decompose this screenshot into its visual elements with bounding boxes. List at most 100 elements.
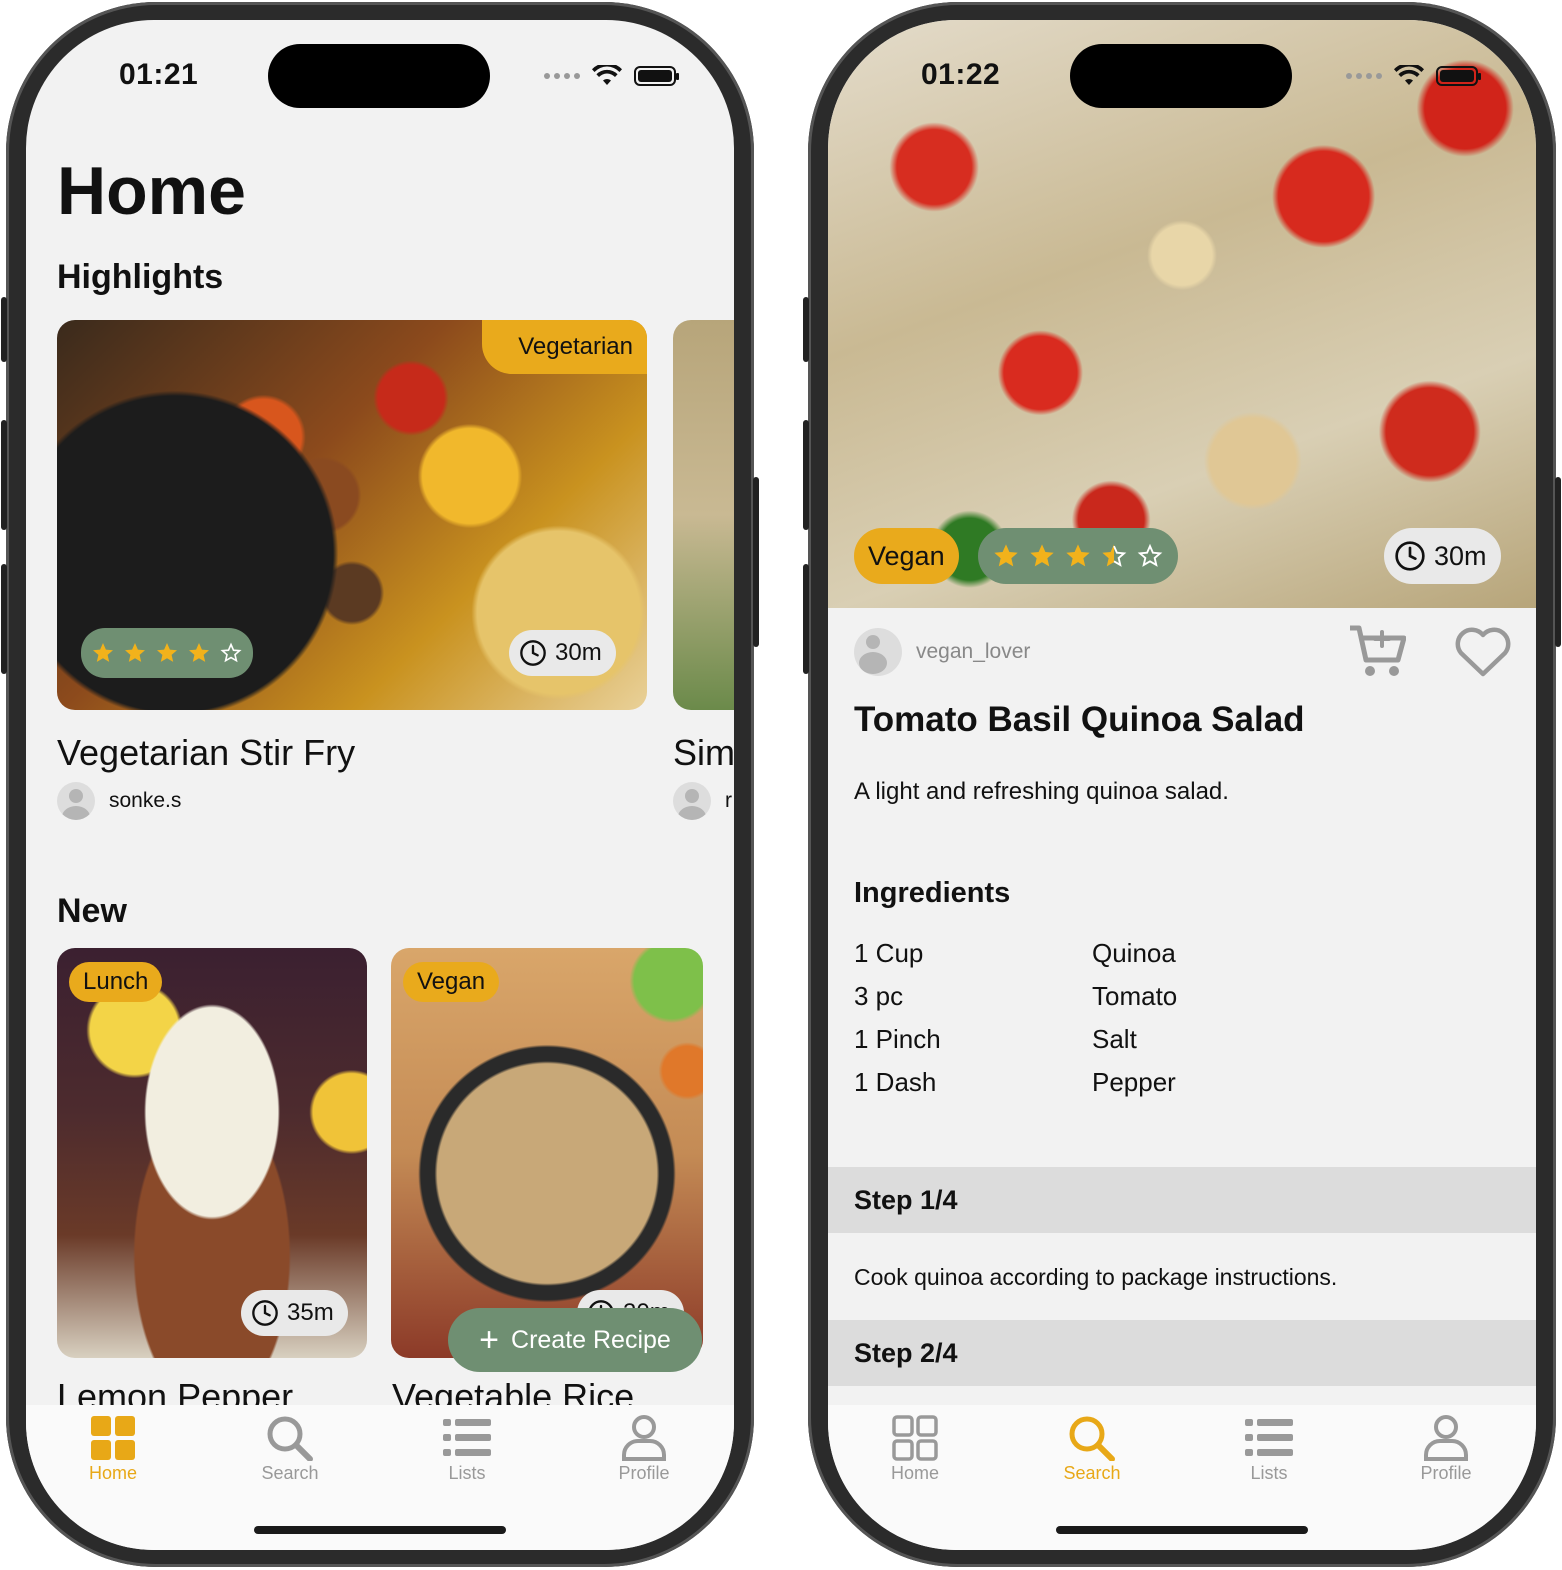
ingredient-row: 3 pc Tomato [854, 981, 1177, 1012]
recipe-author[interactable]: vegan_lover [854, 628, 1030, 676]
recipe-hero-image: Vegan 30m [828, 20, 1536, 608]
search-icon [1069, 1416, 1115, 1461]
avatar [673, 782, 711, 820]
tab-label: Lists [1250, 1463, 1288, 1483]
tab-label: Profile [618, 1463, 670, 1483]
tab-home[interactable]: Home [865, 1415, 965, 1484]
peek-card-author: r [673, 782, 732, 820]
author-name: vegan_lover [916, 640, 1031, 663]
highlight-card-title[interactable]: Vegetarian Stir Fry [57, 732, 355, 774]
author-name: r [725, 789, 732, 812]
dynamic-island [1070, 44, 1292, 108]
action-button [803, 297, 809, 362]
wifi-icon [592, 65, 622, 85]
tab-profile[interactable]: Profile [594, 1415, 694, 1484]
volume-up-button [803, 420, 809, 530]
time-chip: 35m [241, 1290, 348, 1336]
tab-search[interactable]: Search [1042, 1415, 1142, 1484]
tab-search[interactable]: Search [240, 1415, 340, 1484]
person-icon [1424, 1415, 1468, 1461]
signal-icon [1346, 73, 1382, 79]
home-screen: 01:21 Home Highlights Vegetarian 30m Veg… [26, 20, 734, 1550]
ingredient-name: Tomato [1092, 981, 1178, 1011]
tab-bar: Home Search Lists Profile [26, 1405, 734, 1550]
rating-chip [978, 528, 1178, 584]
ingredient-name: Pepper [1092, 1067, 1176, 1097]
add-to-cart-icon[interactable] [1348, 624, 1406, 678]
category-badge: Vegetarian [482, 320, 647, 374]
grid-icon [91, 1416, 135, 1460]
favorite-heart-icon[interactable] [1454, 626, 1512, 678]
recipe-title: Tomato Basil Quinoa Salad [854, 700, 1305, 739]
avatar [57, 782, 95, 820]
tab-lists[interactable]: Lists [1219, 1415, 1319, 1484]
dynamic-island [268, 44, 490, 108]
star-icon [155, 641, 179, 665]
star-outline-icon [219, 641, 243, 665]
home-indicator [254, 1526, 506, 1534]
home-indicator [1056, 1526, 1308, 1534]
step-header: Step 2/4 [828, 1320, 1536, 1386]
rating-chip [81, 628, 253, 678]
star-half-icon [1100, 542, 1128, 570]
tab-label: Lists [448, 1463, 486, 1483]
category-badge: Vegan [403, 962, 500, 1002]
ingredient-row: 1 Dash Pepper [854, 1067, 1176, 1098]
tab-label: Search [261, 1463, 319, 1483]
search-icon [267, 1416, 313, 1461]
volume-down-button [1, 564, 7, 674]
clock-icon [251, 1299, 279, 1327]
ingredient-amount: 1 Dash [854, 1067, 937, 1097]
create-recipe-button[interactable]: + Create Recipe [448, 1308, 702, 1372]
recipe-detail-screen: Vegan 30m 01:22 vegan_lover Tomato Basil… [828, 20, 1536, 1550]
peek-card-image[interactable] [673, 320, 734, 710]
time-label: 35m [287, 1299, 334, 1326]
highlights-heading: Highlights [57, 258, 224, 296]
time-label: 30m [555, 639, 602, 666]
ingredient-amount: 1 Pinch [854, 1024, 941, 1054]
star-outline-icon [1136, 542, 1164, 570]
peek-card-title[interactable]: Sim [673, 732, 734, 774]
highlight-card-image[interactable]: Vegetarian 30m [57, 320, 647, 710]
star-icon [992, 542, 1020, 570]
wifi-icon [1394, 65, 1424, 85]
clock-icon [1394, 540, 1426, 572]
step-text: Cook quinoa according to package instruc… [854, 1264, 1338, 1290]
list-icon [1245, 1419, 1293, 1456]
category-badge: Lunch [69, 962, 163, 1002]
star-icon [1028, 542, 1056, 570]
list-icon [443, 1419, 491, 1456]
avatar [854, 628, 902, 676]
status-time: 01:22 [921, 58, 1001, 91]
ingredient-row: 1 Cup Quinoa [854, 938, 1176, 969]
power-button [753, 477, 759, 647]
status-icons [544, 65, 679, 87]
time-label: 30m [1434, 540, 1487, 571]
ingredient-amount: 3 pc [854, 981, 904, 1011]
grid-icon [892, 1415, 938, 1461]
status-time: 01:21 [119, 58, 199, 91]
tab-bar: Home Search Lists Profile [828, 1405, 1536, 1550]
clock-icon [519, 639, 547, 667]
ingredients-heading: Ingredients [854, 877, 1011, 909]
new-card-image[interactable]: Lunch 35m [57, 948, 367, 1358]
battery-icon [634, 66, 679, 86]
highlight-card-author[interactable]: sonke.s [57, 782, 181, 820]
volume-up-button [1, 420, 7, 530]
tab-label: Profile [1420, 1463, 1472, 1483]
new-card-image[interactable]: Vegan 30m [391, 948, 703, 1358]
tab-home[interactable]: Home [63, 1415, 163, 1484]
author-name: sonke.s [109, 789, 182, 812]
time-chip: 30m [509, 630, 616, 676]
battery-icon [1436, 66, 1481, 86]
status-icons [1346, 65, 1481, 87]
star-icon [187, 641, 211, 665]
star-icon [91, 641, 115, 665]
ingredient-name: Quinoa [1092, 938, 1176, 968]
right-phone-frame: Vegan 30m 01:22 vegan_lover Tomato Basil… [803, 2, 1561, 1567]
tab-lists[interactable]: Lists [417, 1415, 517, 1484]
diet-badge: Vegan [854, 528, 959, 584]
create-recipe-label: Create Recipe [511, 1325, 671, 1354]
tab-profile[interactable]: Profile [1396, 1415, 1496, 1484]
star-icon [1064, 542, 1092, 570]
